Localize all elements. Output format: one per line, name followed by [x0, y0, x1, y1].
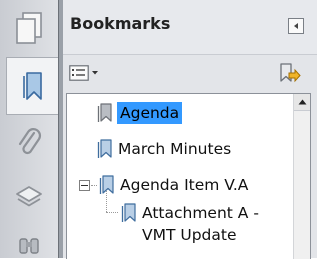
layers-button[interactable] [4, 174, 54, 218]
bookmark-tree: Agenda March Minutes Agenda Item V.A Att… [66, 93, 311, 259]
tree-connector [106, 212, 118, 213]
collapse-toggle[interactable] [79, 180, 90, 191]
options-list-icon [69, 65, 89, 81]
collapse-panel-button[interactable] [288, 18, 304, 34]
bookmark-label: March Minutes [118, 140, 232, 158]
vertical-scrollbar[interactable] [293, 94, 310, 259]
chevron-down-icon [92, 71, 98, 75]
bookmark-item-march-minutes[interactable]: March Minutes [95, 138, 231, 160]
bookmark-icon [23, 72, 42, 100]
bookmark-icon [121, 203, 136, 222]
bookmark-label-block: Attachment A - VMT Update [142, 202, 259, 246]
bookmark-label-line1: Attachment A - [142, 204, 259, 222]
bookmark-item-agenda-item-va[interactable]: Agenda Item V.A [79, 174, 248, 196]
bookmarks-toolbar [63, 55, 317, 91]
arrow-up-icon [298, 99, 306, 105]
bookmarks-panel-button[interactable] [6, 57, 59, 115]
collapse-arrow-icon [294, 23, 298, 29]
bookmark-item-attachment-a[interactable]: Attachment A - VMT Update [119, 202, 259, 246]
bookmark-icon [97, 139, 112, 158]
paperclip-icon [18, 128, 42, 155]
panel-title: Bookmarks [70, 14, 171, 33]
bookmark-label: Agenda [117, 102, 183, 124]
layers-icon [16, 186, 42, 207]
panel-header: Bookmarks [63, 0, 317, 55]
bookmark-label: Agenda Item V.A [120, 176, 249, 194]
new-bookmark-button[interactable] [277, 61, 301, 85]
new-bookmark-icon [280, 63, 301, 83]
attachments-button[interactable] [4, 120, 54, 164]
bookmark-icon [97, 103, 112, 122]
pages-icon [16, 12, 42, 44]
bookmark-icon [99, 175, 114, 194]
navigation-rail [0, 0, 59, 258]
binoculars-icon [19, 238, 39, 254]
bookmark-label-line2: VMT Update [142, 226, 237, 244]
bookmark-item-agenda[interactable]: Agenda [95, 102, 183, 124]
scroll-up-button[interactable] [294, 94, 310, 111]
page-thumbnails-button[interactable] [4, 6, 54, 50]
options-menu-button[interactable] [69, 64, 103, 82]
